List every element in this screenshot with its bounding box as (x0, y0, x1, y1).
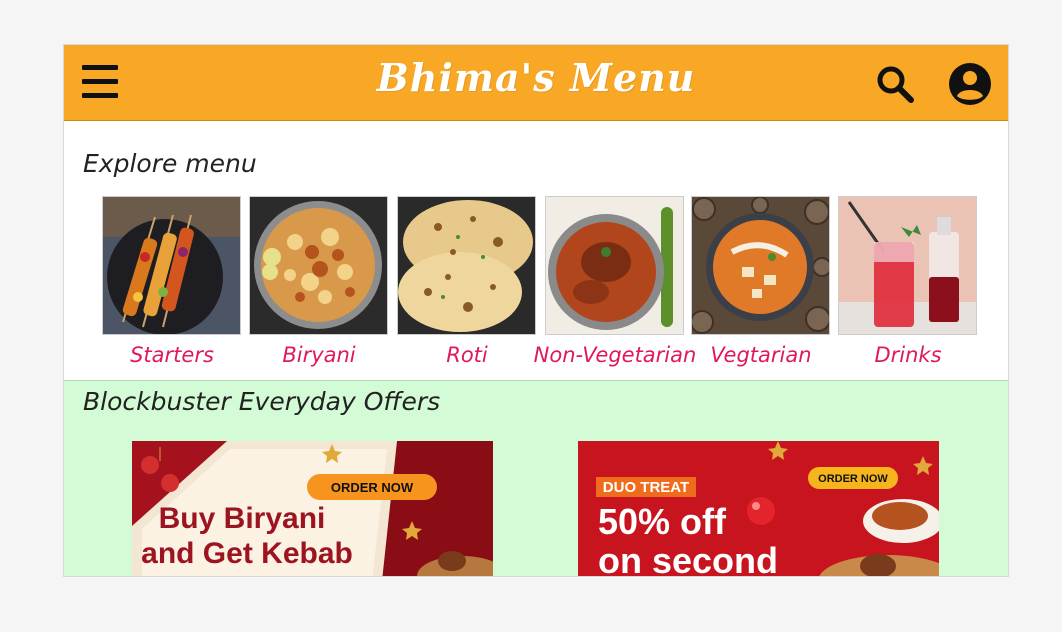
offer-banner-duo-treat[interactable]: ORDER NOW DUO TREAT 50% off on second (578, 441, 939, 577)
category-starters[interactable]: Starters (102, 196, 242, 367)
drinks-image (838, 196, 977, 335)
banner-line-1: 50% off (598, 501, 727, 542)
brand-title: Bhima's Menu (376, 55, 696, 100)
app-window: Bhima's Menu Explore menu Starters Birya… (63, 44, 1009, 577)
vegetarian-image (690, 196, 832, 335)
starters-image (102, 196, 241, 335)
order-now-badge: ORDER NOW (818, 473, 888, 485)
top-bar: Bhima's Menu (64, 45, 1008, 121)
category-drinks[interactable]: Drinks (838, 196, 978, 367)
search-icon[interactable] (874, 63, 916, 105)
user-account-icon[interactable] (948, 62, 992, 106)
category-biryani[interactable]: Biryani (249, 196, 389, 367)
non-vegetarian-image (545, 196, 684, 335)
category-label: Drinks (874, 343, 942, 367)
category-non-vegetarian[interactable]: Non-Vegetarian (534, 196, 696, 367)
offers-section: Blockbuster Everyday Offers ORDER NOW Bu… (64, 380, 1008, 577)
duo-treat-tag: DUO TREAT (603, 479, 689, 496)
offer-banner-biryani-kebab[interactable]: ORDER NOW Buy Biryani and Get Kebab (132, 441, 493, 577)
roti-image (397, 196, 536, 335)
offers-heading: Blockbuster Everyday Offers (83, 387, 441, 416)
banner-line-1: Buy Biryani (159, 502, 326, 535)
biryani-image (249, 196, 388, 335)
explore-menu-heading: Explore menu (83, 149, 257, 178)
banner-line-2: on second (598, 540, 778, 577)
banner-line-2: and Get Kebab (141, 537, 353, 570)
category-strip: Starters Biryani Roti Non-Vegetarian Veg… (64, 196, 1008, 381)
order-now-badge: ORDER NOW (331, 480, 414, 495)
category-roti[interactable]: Roti (397, 196, 537, 367)
category-vegetarian[interactable]: Vegtarian (690, 196, 832, 367)
